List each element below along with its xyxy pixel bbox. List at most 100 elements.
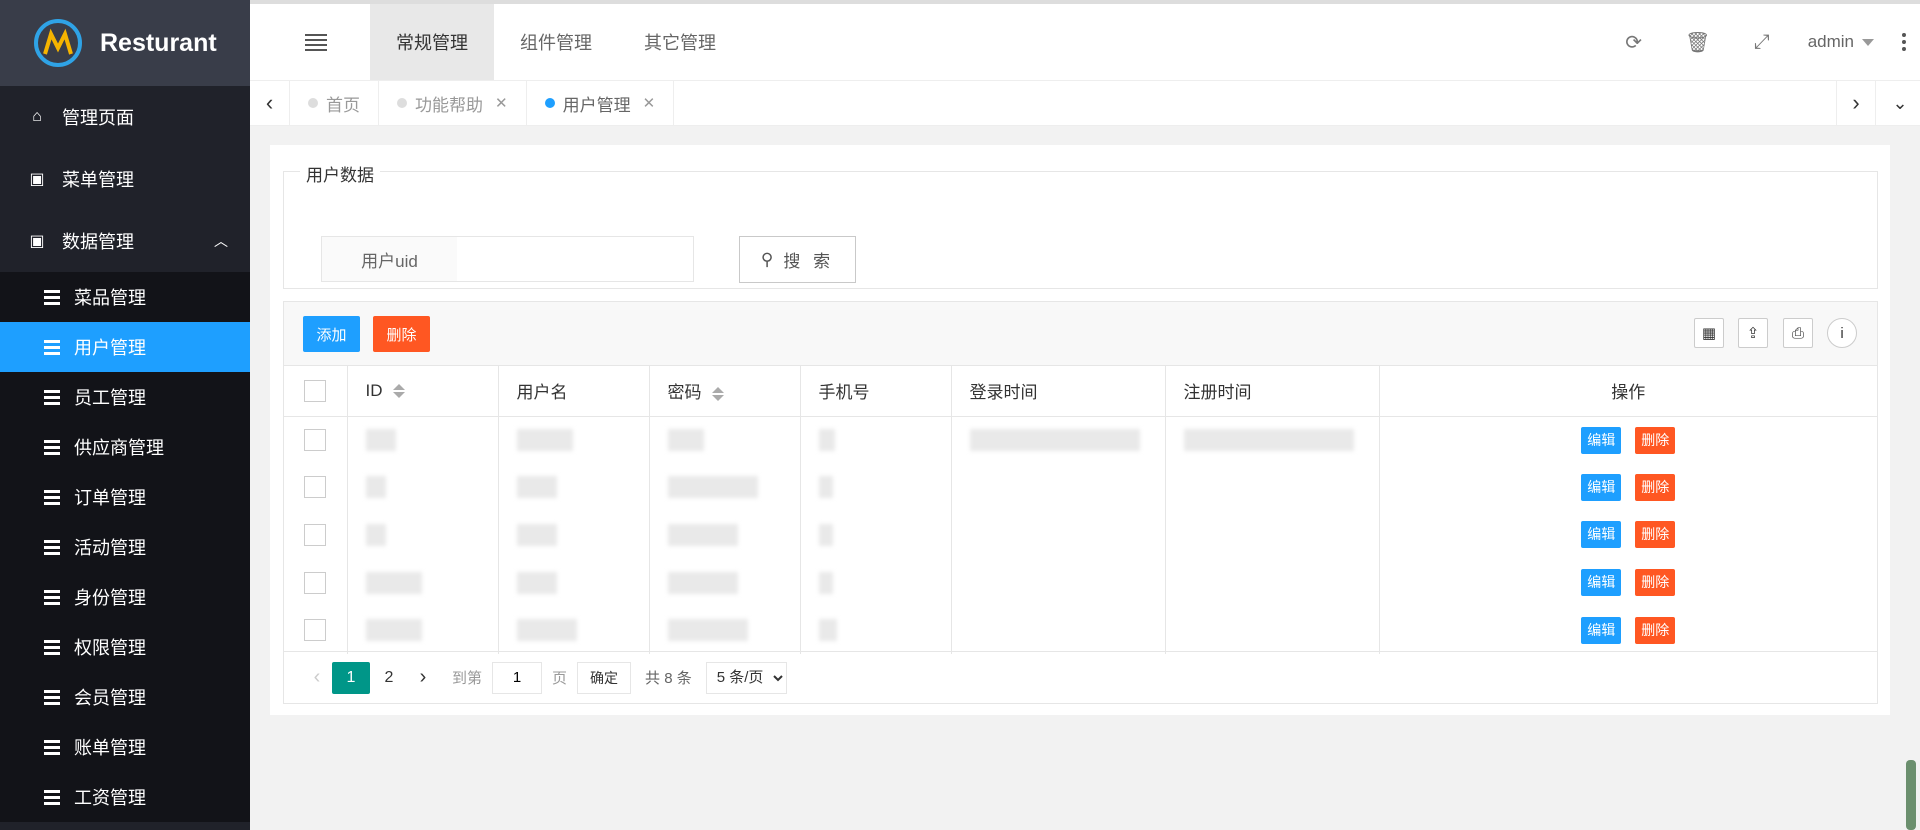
list-icon — [44, 439, 62, 455]
sidebar-item-bills[interactable]: 账单管理 — [0, 722, 250, 772]
nav-item-menu-management[interactable]: ▣ 菜单管理 — [0, 148, 250, 210]
add-button[interactable]: 添加 — [303, 316, 360, 352]
more-vertical-icon[interactable] — [1888, 33, 1920, 51]
tab-general-management[interactable]: 常规管理 — [370, 4, 494, 80]
top-header: 常规管理 组件管理 其它管理 ⟳ 🗑 ⤢ admin — [250, 0, 1920, 80]
bulk-delete-button[interactable]: 删除 — [373, 316, 430, 352]
refresh-icon[interactable]: ⟳ — [1602, 4, 1666, 80]
row-checkbox[interactable] — [304, 619, 327, 642]
uid-search-input[interactable] — [457, 236, 694, 282]
print-icon[interactable]: ⎙ — [1783, 318, 1813, 348]
page-tab-home[interactable]: 首页 — [290, 81, 379, 125]
page-tab-users[interactable]: 用户管理 ✕ — [527, 81, 675, 125]
delete-button[interactable]: 删除 — [1635, 426, 1676, 454]
sidebar-item-members[interactable]: 会员管理 — [0, 672, 250, 722]
redacted-cell — [365, 619, 422, 642]
prev-page-icon[interactable]: ‹ — [302, 666, 332, 689]
info-icon[interactable]: i — [1827, 318, 1857, 348]
sidebar-item-label: 会员管理 — [74, 688, 146, 708]
table-row: 编辑 删除 — [284, 606, 1877, 654]
redacted-cell — [365, 571, 422, 594]
row-checkbox[interactable] — [304, 571, 327, 594]
search-button[interactable]: ⚲ 搜 索 — [739, 236, 856, 283]
page-number-1[interactable]: 1 — [332, 661, 370, 694]
sidebar-item-roles[interactable]: 身份管理 — [0, 572, 250, 622]
brand-name: Resturant — [100, 28, 217, 57]
select-all-checkbox[interactable] — [304, 379, 327, 402]
tab-other-management[interactable]: 其它管理 — [618, 4, 742, 80]
sidebar-item-dishes[interactable]: 菜品管理 — [0, 272, 250, 322]
sidebar-item-salary[interactable]: 工资管理 — [0, 772, 250, 822]
columns-filter-icon[interactable]: ▦ — [1694, 318, 1724, 348]
edit-button[interactable]: 编辑 — [1581, 473, 1622, 501]
redacted-cell — [818, 523, 833, 546]
redacted-cell — [516, 571, 557, 594]
redacted-cell — [667, 476, 758, 499]
redacted-cell — [667, 429, 704, 452]
close-icon[interactable]: ✕ — [643, 94, 656, 112]
trash-icon[interactable]: 🗑 — [1666, 4, 1730, 80]
delete-button[interactable]: 删除 — [1635, 569, 1676, 597]
tabs-scroll-left-icon[interactable]: ‹ — [250, 81, 290, 125]
window-icon: ▣ — [29, 233, 45, 250]
edit-button[interactable]: 编辑 — [1581, 426, 1622, 454]
pagination: ‹ 1 2 › 到第 页 确定 共 8 条 5 条/页 — [284, 651, 1877, 703]
main-content: 用户数据 用户uid ⚲ 搜 索 添加 删除 ▦ ⇪ ⎙ i ID 用户名 密码… — [270, 145, 1890, 715]
row-checkbox[interactable] — [304, 429, 327, 452]
sidebar-item-permissions[interactable]: 权限管理 — [0, 622, 250, 672]
export-icon[interactable]: ⇪ — [1738, 318, 1768, 348]
goto-page-input[interactable] — [492, 661, 543, 694]
tab-component-management[interactable]: 组件管理 — [494, 4, 618, 80]
page-size-select[interactable]: 5 条/页 — [705, 661, 787, 694]
delete-button[interactable]: 删除 — [1635, 616, 1676, 644]
row-checkbox[interactable] — [304, 476, 327, 499]
close-icon[interactable]: ✕ — [495, 94, 508, 112]
table-toolbar: 添加 删除 ▦ ⇪ ⎙ i — [284, 302, 1877, 366]
user-table-container: 添加 删除 ▦ ⇪ ⎙ i ID 用户名 密码 手机号 登录时间 注册时间 操作… — [283, 301, 1878, 704]
nav-item-data-management[interactable]: ▣ 数据管理 ︿ — [0, 210, 250, 272]
list-icon — [44, 589, 62, 605]
edit-button[interactable]: 编辑 — [1581, 521, 1622, 549]
caret-down-icon — [1862, 38, 1874, 46]
brand-logo[interactable]: Resturant — [0, 0, 250, 86]
goto-confirm-button[interactable]: 确定 — [577, 661, 632, 694]
sidebar-item-activities[interactable]: 活动管理 — [0, 522, 250, 572]
tabs-scroll-right-icon[interactable]: › — [1836, 81, 1876, 125]
user-menu[interactable]: admin — [1794, 32, 1888, 52]
nav-item-label: 数据管理 — [62, 232, 134, 252]
tabs-menu-chevron-down-icon[interactable]: ⌄ — [1880, 81, 1920, 125]
column-header-id[interactable]: ID — [347, 366, 499, 417]
goto-suffix: 页 — [552, 670, 568, 687]
sidebar-item-orders[interactable]: 订单管理 — [0, 472, 250, 522]
user-table: ID 用户名 密码 手机号 登录时间 注册时间 操作 编辑 删除 编辑 删除 编… — [284, 366, 1877, 654]
nav-item-admin-home[interactable]: ⌂ 管理页面 — [0, 86, 250, 148]
select-all-cell — [284, 366, 348, 417]
page-tab-help[interactable]: 功能帮助 ✕ — [379, 81, 527, 125]
delete-button[interactable]: 删除 — [1635, 521, 1676, 549]
redacted-cell — [516, 619, 577, 642]
next-page-icon[interactable]: › — [408, 666, 438, 689]
sidebar-item-label: 用户管理 — [74, 338, 146, 358]
tab-dot-icon — [308, 98, 318, 108]
column-header-password[interactable]: 密码 — [649, 366, 801, 417]
sort-icon[interactable] — [392, 384, 405, 399]
sidebar-item-suppliers[interactable]: 供应商管理 — [0, 422, 250, 472]
sort-icon[interactable] — [711, 386, 724, 401]
fullscreen-icon[interactable]: ⤢ — [1730, 4, 1794, 80]
redacted-cell — [365, 523, 386, 546]
sidebar-item-label: 订单管理 — [74, 488, 146, 508]
sidebar-item-users[interactable]: 用户管理 — [0, 322, 250, 372]
sidebar: Resturant ⌂ 管理页面 ▣ 菜单管理 ▣ 数据管理 ︿ 菜品管理 用户… — [0, 0, 250, 830]
row-checkbox[interactable] — [304, 523, 327, 546]
redacted-cell — [365, 429, 396, 452]
redacted-cell — [969, 429, 1140, 452]
delete-button[interactable]: 删除 — [1635, 473, 1676, 501]
page-number-2[interactable]: 2 — [370, 662, 408, 694]
sidebar-item-staff[interactable]: 员工管理 — [0, 372, 250, 422]
scroll-handle[interactable] — [1906, 760, 1916, 830]
sidebar-toggle-icon[interactable] — [305, 34, 327, 51]
edit-button[interactable]: 编辑 — [1581, 569, 1622, 597]
page-tabs-bar: ‹ 首页 功能帮助 ✕ 用户管理 ✕ › ⌄ — [250, 80, 1920, 126]
edit-button[interactable]: 编辑 — [1581, 616, 1622, 644]
sidebar-item-label: 菜品管理 — [74, 288, 146, 308]
